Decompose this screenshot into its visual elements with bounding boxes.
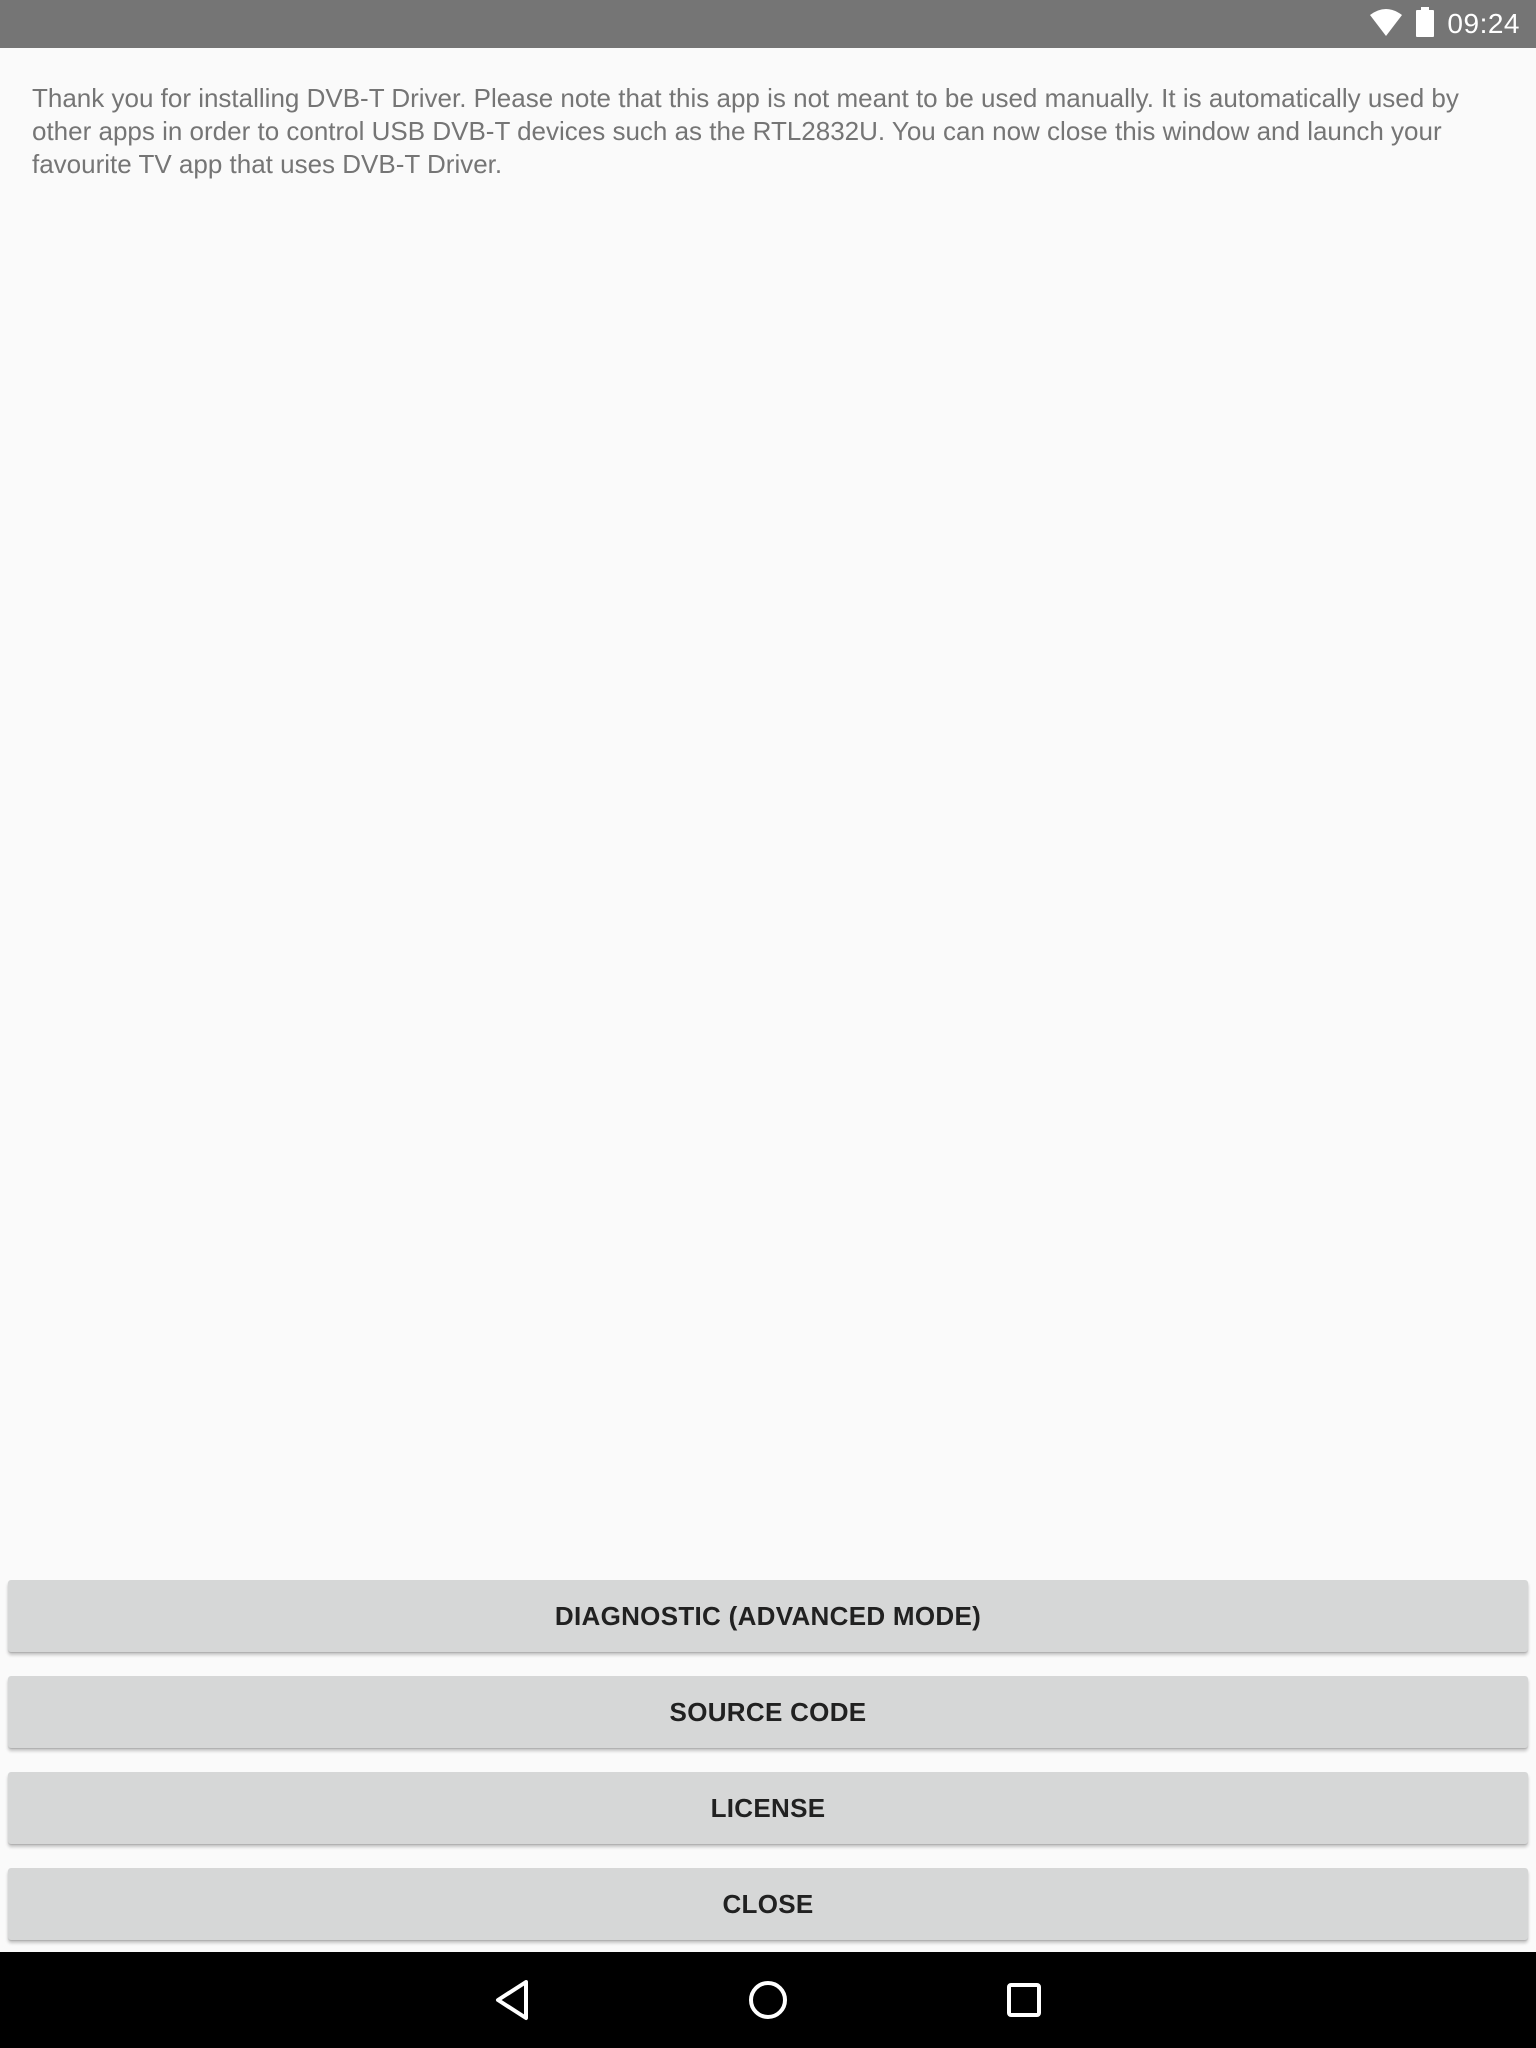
diagnostic-button[interactable]: DIAGNOSTIC (ADVANCED MODE) <box>8 1580 1528 1652</box>
wifi-icon <box>1369 7 1403 42</box>
install-message: Thank you for installing DVB-T Driver. P… <box>32 83 1459 179</box>
close-button[interactable]: CLOSE <box>8 1868 1528 1940</box>
recents-icon[interactable] <box>1000 1976 1048 2024</box>
status-time: 09:24 <box>1447 8 1520 39</box>
source-code-button[interactable]: SOURCE CODE <box>8 1676 1528 1748</box>
license-button[interactable]: LICENSE <box>8 1772 1528 1844</box>
button-group: DIAGNOSTIC (ADVANCED MODE) SOURCE CODE L… <box>8 1580 1528 1964</box>
navigation-bar <box>0 1952 1536 2048</box>
back-icon[interactable] <box>488 1976 536 2024</box>
main-content: Thank you for installing DVB-T Driver. P… <box>32 82 1500 181</box>
battery-icon <box>1415 6 1435 42</box>
status-icons: 09:24 <box>1369 0 1520 48</box>
status-bar: 09:24 <box>0 0 1536 48</box>
home-icon[interactable] <box>744 1976 792 2024</box>
